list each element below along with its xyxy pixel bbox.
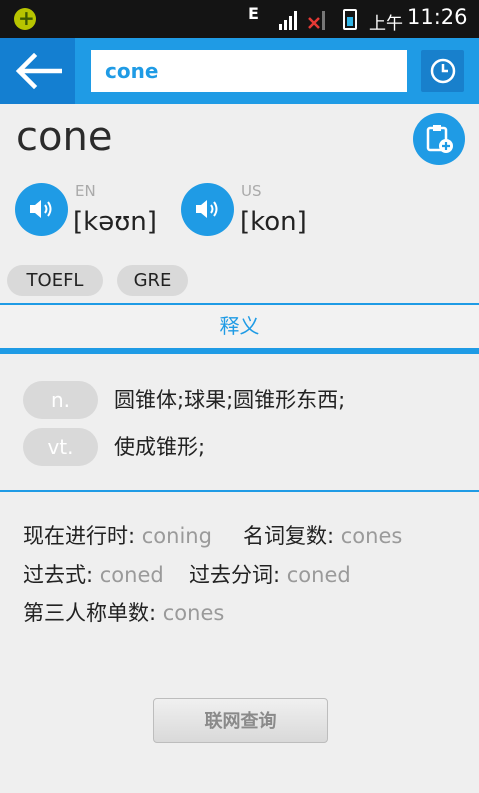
- speaker-icon: [196, 200, 218, 218]
- inflection-past-tense: 过去式: coned: [23, 559, 164, 589]
- inflection-label: 过去式:: [23, 563, 94, 587]
- inflection-label: 现在进行时:: [23, 524, 136, 548]
- clock-ampm: 上午: [369, 14, 403, 34]
- inflection-present-participle: 现在进行时: coning: [23, 520, 212, 550]
- history-button[interactable]: [421, 50, 464, 92]
- inflection-value: coned: [286, 563, 351, 587]
- definition-text: 使成锥形;: [114, 435, 206, 459]
- inflection-value: coned: [99, 563, 164, 587]
- battery-icon: [343, 9, 357, 30]
- online-lookup-button[interactable]: 联网查询: [153, 698, 328, 743]
- app-header: [0, 38, 479, 104]
- no-signal-icon-sim2: [308, 11, 325, 30]
- inflection-value: coning: [141, 524, 212, 548]
- phonetic-en: [kəʊn]: [73, 207, 157, 237]
- phonetic-us: [kon]: [240, 207, 307, 237]
- definitions-divider: [0, 490, 479, 492]
- signal-icon-sim1: [279, 11, 297, 30]
- section-title-definitions: 释义: [0, 305, 479, 348]
- section-divider-bottom: [0, 348, 479, 354]
- inflection-value: cones: [162, 601, 225, 625]
- inflection-plural: 名词复数: cones: [243, 520, 402, 550]
- speaker-button-us[interactable]: [181, 183, 234, 236]
- speaker-icon: [30, 200, 52, 218]
- inflection-label: 名词复数:: [243, 524, 335, 548]
- inflection-label: 过去分词:: [189, 563, 281, 587]
- pronunciation-label-us: US: [241, 182, 262, 200]
- status-bar: E 上午 11:26: [0, 0, 479, 38]
- inflection-past-participle: 过去分词: coned: [189, 559, 351, 589]
- inflection-label: 第三人称单数:: [23, 601, 157, 625]
- part-of-speech-badge: vt.: [23, 428, 98, 466]
- part-of-speech-badge: n.: [23, 381, 98, 419]
- add-to-wordbook-button[interactable]: [413, 113, 465, 165]
- inflection-third-person: 第三人称单数: cones: [23, 597, 224, 627]
- clipboard-add-icon: [426, 125, 453, 153]
- back-button[interactable]: [0, 38, 75, 104]
- app-notification-icon: [14, 6, 36, 30]
- pronunciation-label-en: EN: [75, 182, 96, 200]
- network-type-label: E: [248, 4, 259, 23]
- clock-time: 11:26: [407, 5, 468, 29]
- inflection-value: cones: [340, 524, 403, 548]
- tag-gre: GRE: [117, 265, 188, 296]
- arrow-left-icon: [15, 53, 62, 89]
- speaker-button-en[interactable]: [15, 183, 68, 236]
- word-title: cone: [16, 114, 113, 160]
- tag-toefl: TOEFL: [7, 265, 103, 296]
- clock-icon: [430, 58, 456, 84]
- search-input[interactable]: [91, 50, 407, 92]
- definition-text: 圆锥体;球果;圆锥形东西;: [114, 388, 346, 412]
